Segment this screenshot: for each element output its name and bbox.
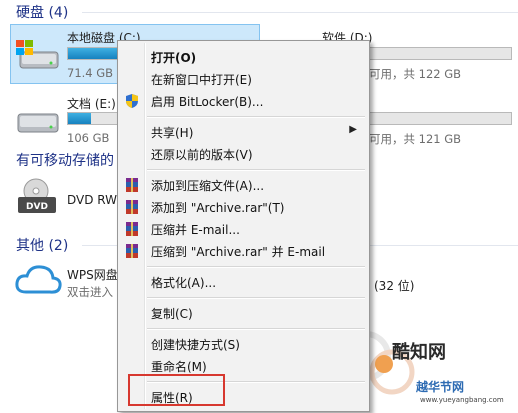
section-title-other: 其他 (2) — [16, 238, 69, 254]
section-title-hdd: 硬盘 (4) — [16, 5, 69, 21]
properties-highlight-box — [128, 374, 225, 406]
menu-item-add-archive-rar-label: 添加到 "Archive.rar"(T) — [151, 201, 285, 215]
wps-name: WPS网盘 — [67, 268, 118, 282]
winrar-icon — [124, 243, 140, 259]
menu-item-open-new-window[interactable]: 在新窗口中打开(E) — [120, 68, 367, 90]
wps-sub: 双击进入 — [67, 285, 113, 299]
menu-item-format[interactable]: 格式化(A)... — [120, 271, 367, 293]
menu-item-rename-label: 重命名(M) — [151, 360, 207, 374]
menu-item-add-archive-label: 添加到压缩文件(A)... — [151, 179, 265, 193]
submenu-arrow-icon: ▶ — [349, 124, 357, 135]
menu-item-restore[interactable]: 还原以前的版本(V) — [120, 143, 367, 165]
menu-item-create-shortcut[interactable]: 创建快捷方式(S) — [120, 333, 367, 355]
other-item-tail: (32 位) — [374, 279, 415, 293]
winrar-icon — [124, 221, 140, 237]
menu-item-open-label: 打开(O) — [151, 51, 197, 65]
menu-item-compress-email[interactable]: 压缩并 E-mail... — [120, 218, 367, 240]
menu-item-format-label: 格式化(A)... — [151, 276, 217, 290]
menu-item-copy-label: 复制(C) — [151, 307, 193, 321]
wps-cloud-icon — [14, 262, 62, 298]
menu-item-share[interactable]: 共享(H) ▶ — [120, 121, 367, 143]
menu-separator — [147, 297, 365, 299]
menu-item-bitlocker-label: 启用 BitLocker(B)... — [151, 95, 264, 109]
menu-item-add-archive-rar[interactable]: 添加到 "Archive.rar"(T) — [120, 196, 367, 218]
winrar-icon — [124, 177, 140, 193]
menu-item-create-shortcut-label: 创建快捷方式(S) — [151, 338, 240, 352]
section-title-removable: 有可移动存储的 — [16, 153, 114, 169]
context-menu: 打开(O) 在新窗口中打开(E) 启用 BitLocker(B)... 共享(H… — [117, 40, 370, 412]
menu-item-copy[interactable]: 复制(C) — [120, 302, 367, 324]
menu-separator — [147, 116, 365, 118]
menu-separator — [147, 169, 365, 171]
dvd-icon-label: DVD — [26, 202, 48, 212]
menu-separator — [147, 266, 365, 268]
section-divider — [82, 12, 518, 13]
menu-item-share-label: 共享(H) — [151, 126, 194, 140]
watermark-brand: 酷知网 — [392, 342, 446, 363]
menu-item-restore-label: 还原以前的版本(V) — [151, 148, 253, 162]
menu-item-open-new-window-label: 在新窗口中打开(E) — [151, 73, 252, 87]
menu-item-compress-email-label: 压缩并 E-mail... — [151, 223, 240, 237]
drive-c-free: 71.4 GB — [67, 66, 114, 80]
watermark-brand2: 越华节网 — [416, 380, 465, 394]
watermark-url: www.yueyangbang.com — [420, 396, 504, 404]
menu-item-compress-rar-email-label: 压缩到 "Archive.rar" 并 E-mail — [151, 245, 326, 259]
menu-item-compress-rar-email[interactable]: 压缩到 "Archive.rar" 并 E-mail — [120, 240, 367, 262]
menu-item-open[interactable]: 打开(O) — [120, 46, 367, 68]
windows-drive-icon — [14, 38, 62, 74]
drive-e-usage-fill — [68, 113, 91, 124]
menu-item-add-archive[interactable]: 添加到压缩文件(A)... — [120, 174, 367, 196]
winrar-icon — [124, 199, 140, 215]
uac-shield-icon — [124, 93, 140, 109]
drive-e-icon — [14, 104, 62, 140]
drive-d-free: 可用，共 122 GB — [369, 67, 462, 81]
drive-e-name: 文档 (E:) — [67, 97, 116, 111]
menu-separator — [147, 328, 365, 330]
drive-e-free: 106 GB — [67, 131, 110, 145]
drive-dvd-name: DVD RW — [67, 193, 118, 207]
dvd-drive-icon: DVD — [14, 177, 62, 219]
drive-f-free: 可用，共 121 GB — [369, 132, 462, 146]
menu-item-bitlocker[interactable]: 启用 BitLocker(B)... — [120, 90, 367, 112]
